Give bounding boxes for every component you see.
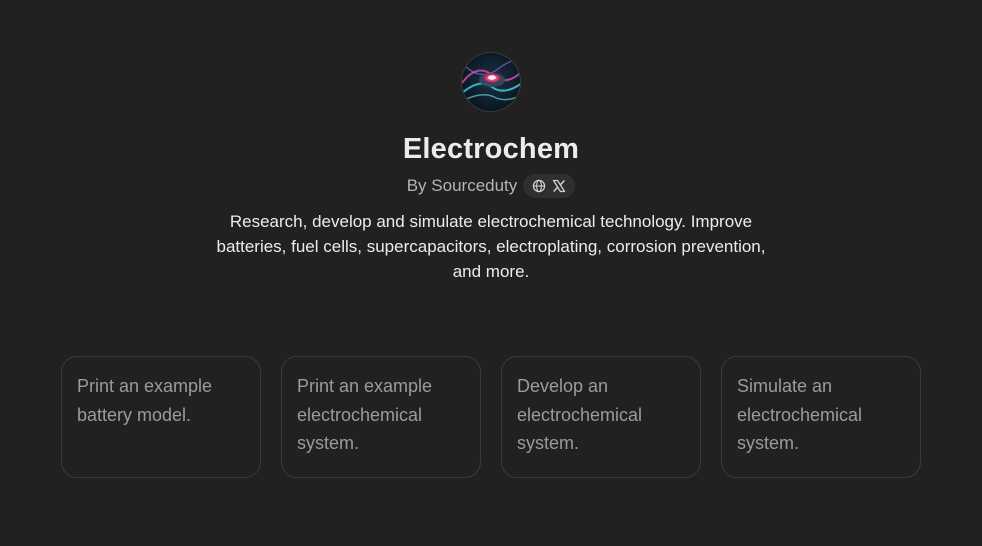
gpt-title: Electrochem <box>402 133 580 165</box>
gpt-avatar <box>461 52 521 112</box>
social-links <box>523 174 576 198</box>
gpt-description: Research, develop and simulate electroch… <box>216 212 766 281</box>
starter-card[interactable]: Print an example battery model. <box>61 356 261 478</box>
starter-card[interactable]: Develop an electrochemical system. <box>501 356 701 478</box>
starter-card[interactable]: Simulate an electrochemical system. <box>721 356 921 478</box>
gpt-header: Electrochem By Sourceduty Research, deve… <box>0 52 982 284</box>
conversation-starters: Print an example battery model. Print an… <box>61 356 921 478</box>
starter-card[interactable]: Print an example electrochemical system. <box>281 356 481 478</box>
globe-icon[interactable] <box>532 179 546 193</box>
gpt-landing-page: Electrochem By Sourceduty Research, deve… <box>0 0 982 546</box>
byline: By Sourceduty <box>407 173 576 199</box>
author-label: By Sourceduty <box>406 176 518 195</box>
x-logo-icon[interactable] <box>552 179 566 193</box>
electrochem-avatar-icon <box>462 53 520 111</box>
